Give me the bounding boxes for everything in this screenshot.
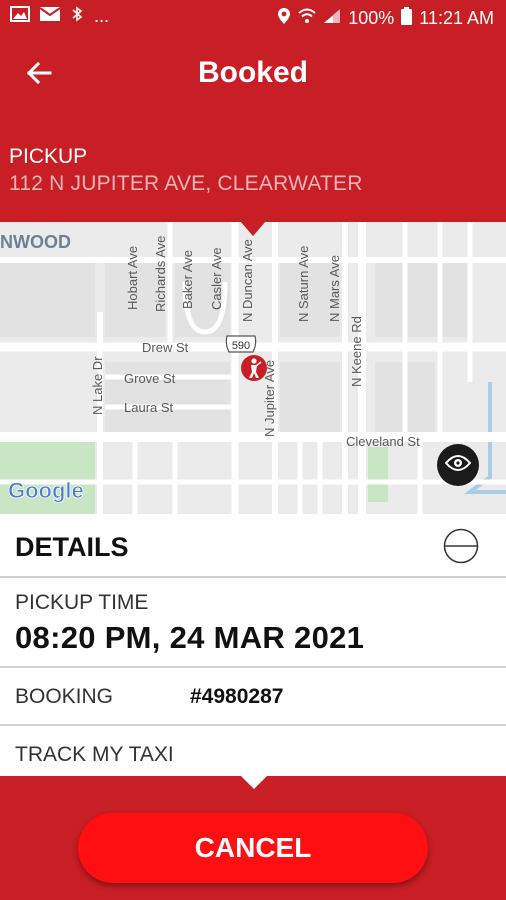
- details-panel: DETAILS PICKUP TIME 08:20 PM, 24 MAR 202…: [0, 514, 506, 776]
- map-label-drew: Drew St: [142, 340, 189, 355]
- pickup-time-label: PICKUP TIME: [15, 591, 149, 614]
- booking-row: BOOKING #4980287: [0, 670, 506, 726]
- map-label-neighborhood: NWOOD: [0, 232, 71, 252]
- page-title: Booked: [197, 56, 308, 89]
- map-canvas: NWOOD Hobart Ave Richards Ave Baker Ave …: [0, 222, 506, 514]
- wifi-icon: [298, 8, 316, 29]
- status-left: ...: [10, 6, 109, 27]
- pickup-address: 112 N JUPITER AVE, CLEARWATER: [9, 172, 363, 195]
- map-label-saturn: N Saturn Ave: [296, 246, 311, 322]
- battery-percent: 100%: [348, 8, 395, 28]
- map-label-grove: Grove St: [124, 371, 176, 386]
- mail-icon: [39, 6, 61, 27]
- pickup-label: PICKUP: [9, 145, 88, 168]
- eye-icon: [444, 454, 472, 477]
- svg-text:590: 590: [232, 340, 250, 352]
- clock: 11:21 AM: [419, 8, 494, 28]
- map-label-keene: N Keene Rd: [349, 316, 364, 387]
- notification-more: ...: [94, 6, 110, 26]
- map-pointer: [240, 221, 266, 236]
- booking-number: #4980287: [190, 685, 284, 708]
- google-logo: Google: [8, 478, 84, 503]
- cancel-button[interactable]: CANCEL: [78, 813, 428, 883]
- collapse-button[interactable]: [443, 528, 479, 564]
- app-bar: Booked: [0, 36, 506, 114]
- bluetooth-icon: [70, 6, 84, 27]
- details-title: DETAILS: [15, 532, 129, 562]
- map-label-cleveland: Cleveland St: [346, 434, 420, 449]
- map-label-hobart: Hobart Ave: [125, 246, 140, 310]
- pickup-section: PICKUP 112 N JUPITER AVE, CLEARWATER: [0, 114, 506, 222]
- location-icon: [277, 7, 291, 30]
- map-label-richards: Richards Ave: [153, 236, 168, 312]
- map-label-casler: Casler Ave: [209, 247, 224, 310]
- pickup-time-row: PICKUP TIME 08:20 PM, 24 MAR 2021: [0, 580, 506, 668]
- battery-icon: [401, 7, 413, 30]
- booking-label: BOOKING: [15, 685, 114, 708]
- status-right: 100% 11:21 AM: [277, 7, 494, 30]
- map-label-laura: Laura St: [124, 400, 174, 415]
- minus-circle-icon: [443, 528, 479, 568]
- pickup-pin-icon: [241, 355, 267, 381]
- map-label-duncan: N Duncan Ave: [240, 239, 255, 322]
- pickup-time-value: 08:20 PM, 24 MAR 2021: [15, 620, 365, 655]
- footer-pointer: [241, 776, 267, 789]
- status-bar: ... 100% 11:21 AM: [0, 0, 506, 36]
- map[interactable]: NWOOD Hobart Ave Richards Ave Baker Ave …: [0, 222, 506, 514]
- track-my-taxi-row[interactable]: TRACK MY TAXI: [0, 728, 506, 776]
- signal-icon: [323, 8, 341, 29]
- track-my-taxi-label: TRACK MY TAXI: [15, 743, 174, 766]
- details-header: DETAILS: [0, 514, 506, 578]
- image-icon: [10, 6, 30, 27]
- map-label-lake: N Lake Dr: [90, 356, 105, 415]
- map-label-mars: N Mars Ave: [327, 255, 342, 322]
- map-label-baker: Baker Ave: [180, 250, 195, 309]
- eye-button[interactable]: [437, 444, 479, 486]
- route-shield: 590: [225, 335, 257, 353]
